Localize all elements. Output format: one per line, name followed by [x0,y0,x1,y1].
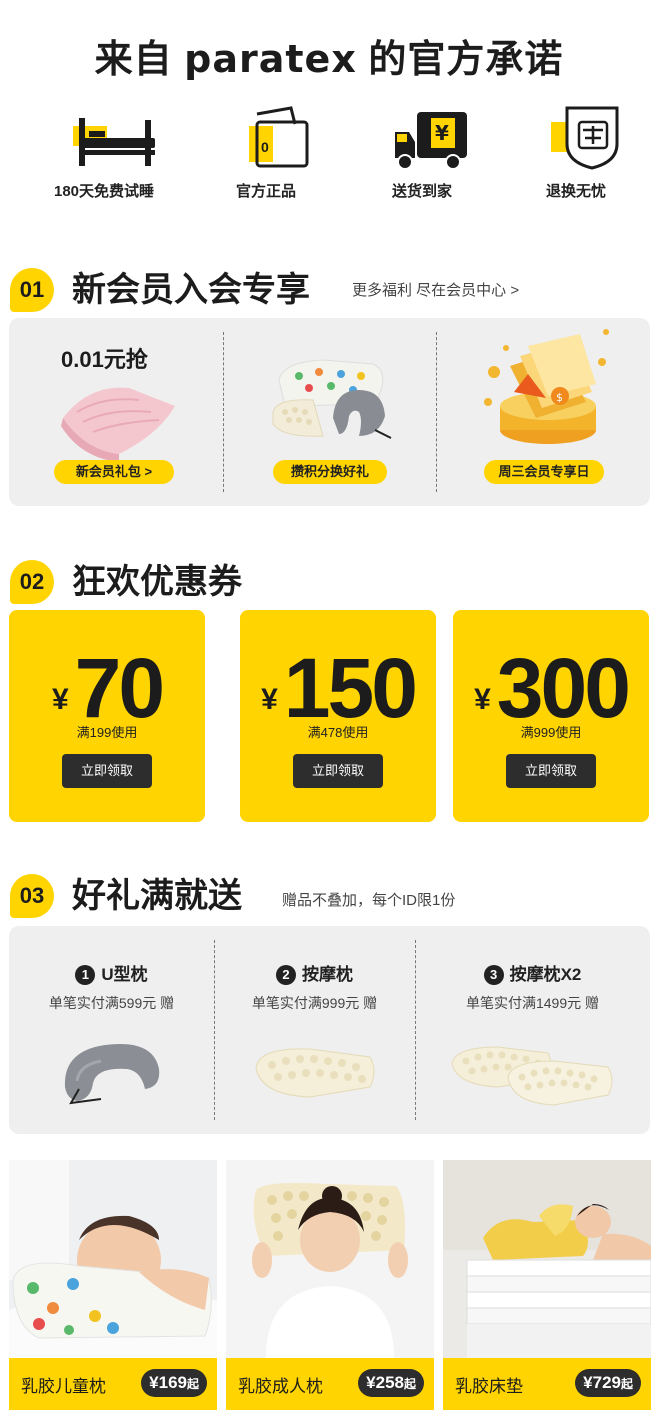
product-price: ¥729起 [575,1369,641,1397]
page-title: 来自 paratex 的官方承诺 [0,28,658,83]
coupon-value: 150 [283,641,418,735]
coupon-condition: 满199使用 [76,725,138,740]
massage-pillows-pair-image [450,1046,612,1106]
claim-coupon-button[interactable]: 立即领取 [506,754,596,788]
gift-condition: 单笔实付满999元 赠 [251,995,378,1011]
member-center-link[interactable]: 更多福利 尽在会员中心 > [352,280,519,302]
gift-condition: 单笔实付满1499元 赠 [465,995,600,1011]
price-suffix: 起 [186,1377,199,1391]
shield-return-icon [521,104,631,174]
price-suffix: 起 [403,1377,416,1391]
coupon-value: 300 [496,641,631,735]
gift-condition: 单笔实付满599元 赠 [48,995,175,1011]
gift-tier: 1 U型枕 单笔实付满599元 赠 [9,926,214,1109]
section-header-gifts: 03 好礼满就送 赠品不叠加，每个ID限1份 [10,874,650,918]
points-exchange-button[interactable]: 攒积分换好礼 [273,460,387,484]
product-price: ¥169起 [141,1369,207,1397]
price-suffix: 起 [620,1377,633,1391]
gift-title: U型枕 [101,965,148,984]
flash-price: 0.01元抢 [61,347,148,372]
product-name: 乳胶成人枕 [238,1377,323,1396]
wednesday-member-day-button[interactable]: 周三会员专享日 [484,460,604,484]
section-title: 狂欢优惠券 [72,563,242,601]
gift-title: 按摩枕X2 [509,965,582,984]
promise-delivery: ¥ 送货到家 [352,104,492,201]
u-pillow-image [64,1044,159,1105]
promise-trial: 180天免费试睡 [34,104,174,201]
member-benefits-panel: 0.01元抢 新会员礼包 > 攒积分换好礼 $ 周三会员专享日 [9,318,650,506]
bed-icon [49,104,159,174]
coupon-value: 70 [74,641,165,735]
product-card[interactable]: 乳胶床垫 ¥729起 [443,1160,651,1410]
pillow-set-image [272,359,392,439]
coupon-card: ¥70 满199使用 立即领取 [9,610,205,822]
gift-title: 按摩枕 [302,965,353,984]
wallet-icon: 0 [211,104,321,174]
product-card[interactable]: 乳胶成人枕 ¥258起 [226,1160,434,1410]
coupon-condition: 满999使用 [520,725,582,740]
product-name: 乳胶儿童枕 [21,1377,106,1396]
gift-tier: 2 按摩枕 单笔实付满999元 赠 [214,926,415,1107]
section-note: 赠品不叠加，每个ID限1份 [282,892,456,909]
kids-pillow-photo [9,1160,217,1358]
delivery-truck-icon: ¥ [367,104,477,174]
coupon-condition: 满478使用 [307,725,369,740]
gift-tiers-panel: 1 U型枕 单笔实付满599元 赠 2 按摩枕 单笔实付满999元 赠 3 按摩枕X2… [9,926,650,1134]
gift-index: 2 [276,965,296,985]
product-price: ¥258起 [358,1369,424,1397]
promise-label: 退换无忧 [545,183,606,200]
gift-name: 3 按摩枕X2 [415,960,650,985]
promise-genuine: 0 官方正品 [196,104,336,201]
svg-text:¥: ¥ [435,121,449,145]
price-value: ¥258 [366,1373,404,1392]
product-bar: 乳胶床垫 ¥729起 [443,1358,651,1410]
price-value: ¥729 [583,1373,621,1392]
promise-row: 180天免费试睡 0 官方正品 ¥ 送货到家 退换无忧 [0,104,658,204]
wednesday-member-day-card[interactable]: $ 周三会员专享日 [436,318,650,506]
currency-symbol: ¥ [261,683,278,716]
gift-coupons-image: $ [484,329,609,444]
member-gift-card[interactable]: 0.01元抢 新会员礼包 > [9,318,223,506]
product-bar: 乳胶儿童枕 ¥169起 [9,1358,217,1410]
title-prefix: 来自 [94,39,173,81]
promise-label: 官方正品 [235,183,296,200]
svg-text:0: 0 [261,139,269,155]
promise-label: 180天免费试睡 [53,183,155,200]
points-exchange-card[interactable]: 攒积分换好礼 [223,318,436,506]
gift-name: 1 U型枕 [9,960,214,985]
new-member-gift-button[interactable]: 新会员礼包 > [54,460,174,484]
product-bar: 乳胶成人枕 ¥258起 [226,1358,434,1410]
section-header-coupons: 02 狂欢优惠券 [10,560,650,604]
currency-symbol: ¥ [474,683,491,716]
claim-coupon-button[interactable]: 立即领取 [293,754,383,788]
svg-text:$: $ [556,391,563,404]
section-number: 01 [10,268,54,312]
price-value: ¥169 [149,1373,187,1392]
latex-mattress-photo [443,1160,651,1358]
brand-name: paratex [184,37,357,81]
massage-pillow-image [254,1048,374,1098]
section-number: 02 [10,560,54,604]
claim-coupon-button[interactable]: 立即领取 [62,754,152,788]
coupon-card: ¥300 满999使用 立即领取 [453,610,649,822]
promise-label: 送货到家 [391,183,452,200]
product-name: 乳胶床垫 [455,1377,523,1396]
adult-pillow-photo [226,1160,434,1358]
gift-tier: 3 按摩枕X2 单笔实付满1499元 赠 [415,926,650,1113]
product-card[interactable]: 乳胶儿童枕 ¥169起 [9,1160,217,1410]
currency-symbol: ¥ [51,683,69,716]
promise-return: 退换无忧 [506,104,646,201]
section-number: 03 [10,874,54,918]
gift-index: 1 [75,965,96,985]
section-title: 好礼满就送 [72,877,242,915]
section-header-members: 01 新会员入会专享 更多福利 尽在会员中心 > [10,268,650,312]
section-title: 新会员入会专享 [72,271,310,309]
blanket-image [61,387,175,462]
title-suffix: 的官方承诺 [368,39,564,81]
gift-name: 2 按摩枕 [214,960,415,985]
coupon-card: ¥150 满478使用 立即领取 [240,610,436,822]
gift-index: 3 [483,965,504,985]
